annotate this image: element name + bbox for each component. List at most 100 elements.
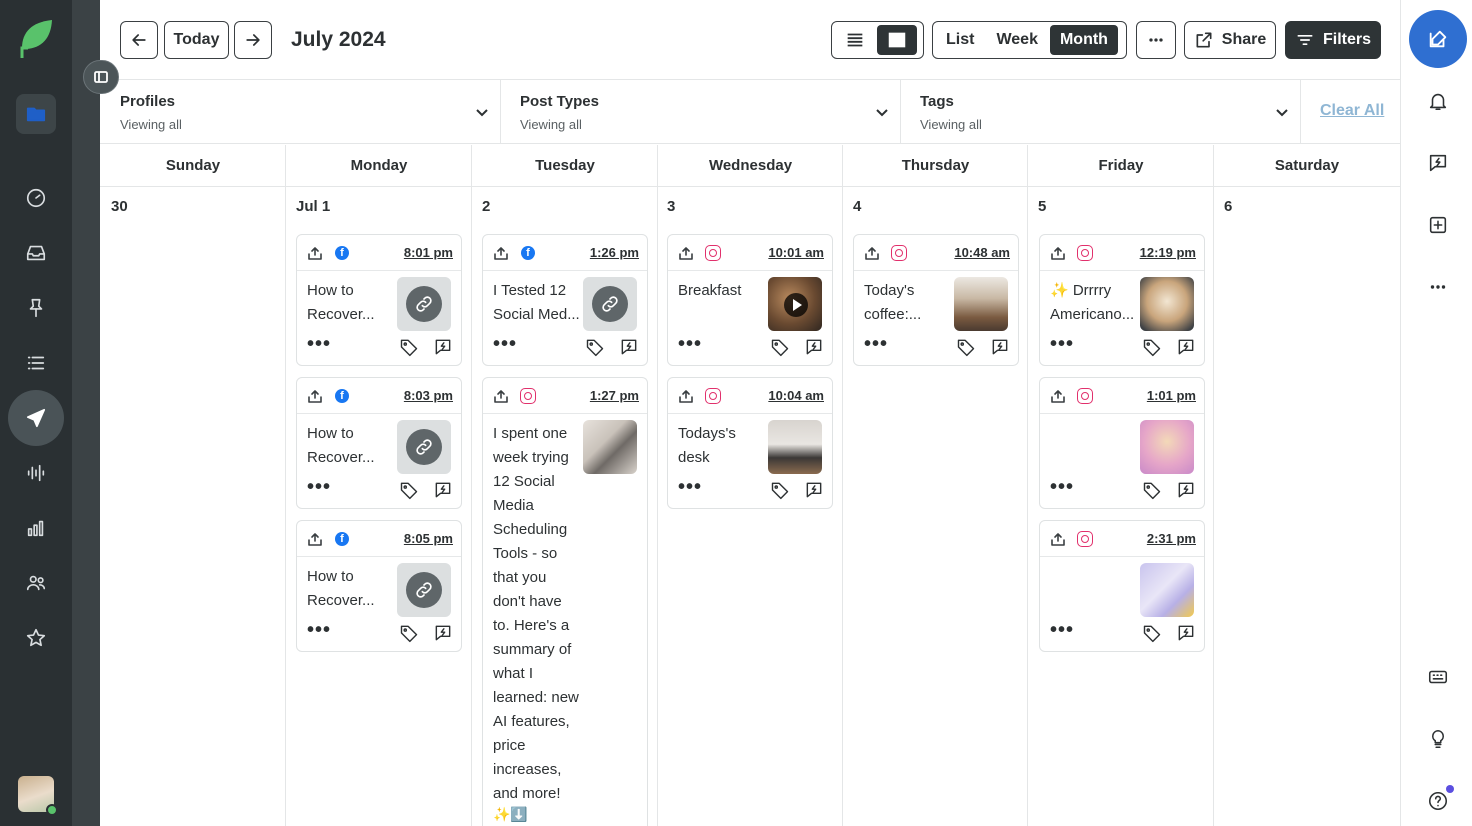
post-time[interactable]: 12:19 pm [1140, 245, 1196, 260]
day-column-saturday[interactable] [1214, 145, 1400, 826]
post-time[interactable]: 2:31 pm [1147, 531, 1196, 546]
clear-all-link[interactable]: Clear All [1320, 102, 1384, 120]
nav-seam [72, 0, 100, 826]
instagram-icon [1077, 245, 1093, 261]
tag-icon[interactable] [399, 480, 419, 500]
post-more-icon[interactable]: ••• [307, 334, 331, 354]
post-more-icon[interactable]: ••• [307, 620, 331, 640]
comment-icon[interactable] [1176, 480, 1196, 500]
post-more-icon[interactable]: ••• [307, 477, 331, 497]
post-card[interactable]: 10:04 am Todays's desk ••• [667, 377, 833, 509]
post-card[interactable]: f 8:01 pm How to Recover... ••• [296, 234, 462, 366]
comment-icon[interactable] [1176, 337, 1196, 357]
comment-icon[interactable] [990, 337, 1010, 357]
scheduled-tray-icon [1050, 245, 1066, 261]
tag-icon[interactable] [1142, 337, 1162, 357]
prev-month-button[interactable] [120, 21, 158, 59]
next-month-button[interactable] [234, 21, 272, 59]
post-more-icon[interactable]: ••• [1050, 620, 1074, 640]
tag-icon[interactable] [770, 480, 790, 500]
share-button[interactable]: Share [1184, 21, 1276, 59]
post-time[interactable]: 10:48 am [954, 245, 1010, 260]
tags-filter[interactable]: Tags Viewing all [900, 80, 1300, 144]
comment-icon[interactable] [1176, 623, 1196, 643]
post-time[interactable]: 8:01 pm [404, 245, 453, 260]
layout-list-option[interactable] [835, 25, 875, 55]
post-time[interactable]: 1:26 pm [590, 245, 639, 260]
sprout-logo[interactable] [18, 18, 54, 60]
lightbulb-icon[interactable] [1425, 726, 1451, 752]
post-time[interactable]: 8:03 pm [404, 388, 453, 403]
post-more-icon[interactable]: ••• [1050, 334, 1074, 354]
date-number: Jul 1 [296, 198, 331, 215]
post-more-icon[interactable]: ••• [864, 334, 888, 354]
bar-chart-icon[interactable] [16, 508, 56, 548]
add-square-icon[interactable] [1425, 212, 1451, 238]
layout-card-option[interactable] [877, 25, 917, 55]
post-card[interactable]: 1:01 pm ••• [1039, 377, 1205, 509]
graphic-thumbnail [1140, 563, 1194, 617]
post-card[interactable]: f 8:03 pm How to Recover... ••• [296, 377, 462, 509]
comment-icon[interactable] [619, 337, 639, 357]
day-column-sunday[interactable] [100, 145, 286, 826]
drink-photo-thumbnail [1140, 277, 1194, 331]
compose-button[interactable] [1409, 10, 1467, 68]
tag-icon[interactable] [770, 337, 790, 357]
folder-icon[interactable] [16, 94, 56, 134]
tag-icon[interactable] [399, 623, 419, 643]
view-week-option[interactable]: Week [986, 25, 1048, 55]
post-time[interactable]: 1:27 pm [590, 388, 639, 403]
audio-wave-icon[interactable] [16, 453, 56, 493]
bell-icon[interactable] [1425, 88, 1451, 114]
tag-icon[interactable] [1142, 623, 1162, 643]
comment-icon[interactable] [804, 480, 824, 500]
comment-icon[interactable] [433, 623, 453, 643]
post-card[interactable]: f 8:05 pm How to Recover... ••• [296, 520, 462, 652]
keyboard-icon[interactable] [1425, 664, 1451, 690]
tag-icon[interactable] [956, 337, 976, 357]
post-types-filter[interactable]: Post Types Viewing all [500, 80, 900, 144]
tag-icon[interactable] [1142, 480, 1162, 500]
post-card[interactable]: f 1:26 pm I Tested 12 Social Med... ••• [482, 234, 648, 366]
star-icon[interactable] [16, 618, 56, 658]
comment-icon[interactable] [804, 337, 824, 357]
post-card[interactable]: 12:19 pm ✨ Drrrry Americano... ••• [1039, 234, 1205, 366]
sidebar-toggle-button[interactable] [83, 60, 119, 94]
view-list-option[interactable]: List [936, 25, 984, 55]
view-month-option[interactable]: Month [1049, 25, 1118, 55]
people-icon[interactable] [16, 563, 56, 603]
comment-icon[interactable] [433, 480, 453, 500]
post-more-icon[interactable]: ••• [678, 334, 702, 354]
comment-icon[interactable] [433, 337, 453, 357]
post-more-icon[interactable]: ••• [1050, 477, 1074, 497]
post-card[interactable]: 10:01 am Breakfast ••• [667, 234, 833, 366]
help-icon[interactable] [1425, 785, 1454, 814]
profiles-filter-value: Viewing all [120, 117, 182, 132]
post-time[interactable]: 10:04 am [768, 388, 824, 403]
today-button[interactable]: Today [164, 21, 229, 59]
tag-icon[interactable] [399, 337, 419, 357]
post-time[interactable]: 10:01 am [768, 245, 824, 260]
more-icon[interactable] [1425, 274, 1451, 300]
pin-icon[interactable] [16, 288, 56, 328]
gauge-icon[interactable] [16, 178, 56, 218]
calendar-header: Today July 2024 List Week Month Share Fi… [100, 0, 1400, 80]
filter-bar: Profiles Viewing all Post Types Viewing … [100, 80, 1400, 144]
play-icon[interactable] [784, 293, 808, 317]
post-time[interactable]: 8:05 pm [404, 531, 453, 546]
post-card[interactable]: 1:27 pm I spent one week trying 12 Socia… [482, 377, 648, 826]
avatar[interactable] [18, 776, 58, 816]
feedback-icon[interactable] [1425, 150, 1451, 176]
inbox-icon[interactable] [16, 233, 56, 273]
post-card[interactable]: 2:31 pm ••• [1039, 520, 1205, 652]
more-options-button[interactable] [1136, 21, 1176, 59]
filters-button[interactable]: Filters [1285, 21, 1381, 59]
post-card[interactable]: 10:48 am Today's coffee:... ••• [853, 234, 1019, 366]
post-time[interactable]: 1:01 pm [1147, 388, 1196, 403]
profiles-filter[interactable]: Profiles Viewing all [100, 80, 500, 144]
list-icon[interactable] [16, 343, 56, 383]
post-more-icon[interactable]: ••• [493, 334, 517, 354]
send-icon[interactable] [8, 390, 64, 446]
post-more-icon[interactable]: ••• [678, 477, 702, 497]
tag-icon[interactable] [585, 337, 605, 357]
